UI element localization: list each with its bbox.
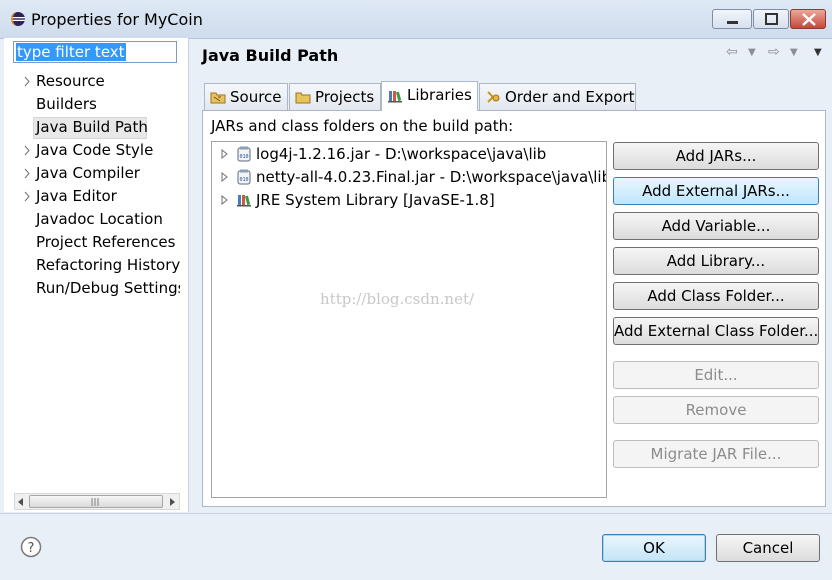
- title-bar: Properties for MyCoin: [0, 0, 832, 39]
- maximize-icon: [765, 13, 778, 25]
- view-menu-icon[interactable]: ▼: [814, 47, 822, 58]
- help-icon[interactable]: ?: [20, 536, 42, 558]
- add-library-button[interactable]: Add Library...: [613, 247, 819, 275]
- source-folder-icon: [210, 92, 226, 104]
- eclipse-icon: [11, 12, 25, 26]
- tree-row-label: JRE System Library [JavaSE-1.8]: [256, 191, 495, 209]
- nav-item-refactoring-history[interactable]: Refactoring History: [36, 255, 180, 276]
- library-icon: [237, 195, 251, 207]
- nav-item-label: Project References: [36, 233, 176, 251]
- nav-item-label: Java Compiler: [36, 164, 140, 182]
- tab-order-export-label: Order and Export: [505, 88, 635, 106]
- jar-icon: 010: [237, 169, 251, 185]
- back-menu-chevron-icon[interactable]: ▼: [748, 47, 756, 58]
- tree-row-label: log4j-1.2.16.jar - D:\workspace\java\lib: [256, 145, 547, 163]
- tab-source[interactable]: Source: [204, 83, 288, 110]
- expand-arrow-icon[interactable]: [221, 149, 229, 159]
- nav-item-label: Refactoring History: [36, 256, 180, 274]
- footer-divider: [0, 513, 832, 514]
- forward-arrow-icon[interactable]: ⇨: [768, 44, 780, 60]
- nav-item-java-editor[interactable]: Java Editor: [36, 186, 117, 207]
- nav-item-java-code-style[interactable]: Java Code Style: [36, 140, 153, 161]
- scroll-right-icon[interactable]: [168, 497, 176, 507]
- ok-button[interactable]: OK: [602, 534, 706, 562]
- projects-icon: [295, 92, 311, 104]
- close-button[interactable]: [790, 9, 826, 29]
- nav-item-label: Run/Debug Settings: [36, 279, 180, 297]
- forward-menu-chevron-icon[interactable]: ▼: [790, 47, 798, 58]
- tab-libraries-label: Libraries: [407, 86, 472, 104]
- page-title: Java Build Path: [202, 46, 339, 65]
- remove-button[interactable]: Remove: [613, 396, 819, 424]
- add-class-folder-button[interactable]: Add Class Folder...: [613, 282, 819, 310]
- tab-projects-label: Projects: [315, 88, 375, 106]
- nav-item-resource[interactable]: Resource: [36, 71, 105, 92]
- maximize-button[interactable]: [753, 9, 789, 29]
- nav-item-label: Resource: [36, 72, 105, 90]
- close-icon: [802, 13, 816, 26]
- cancel-button[interactable]: Cancel: [716, 534, 820, 562]
- filter-input[interactable]: type filter text: [13, 41, 177, 63]
- scrollbar-thumb[interactable]: [29, 495, 163, 508]
- nav-item-java-build-path[interactable]: Java Build Path: [36, 117, 148, 138]
- libraries-icon: [388, 91, 402, 103]
- build-path-label: JARs and class folders on the build path…: [211, 117, 514, 135]
- order-export-icon: [487, 91, 500, 103]
- jar-icon: 010: [237, 146, 251, 162]
- preference-tree-pane: type filter text Resource Builders Java Bu…: [4, 38, 189, 512]
- watermark: http://blog.csdn.net/: [320, 290, 475, 308]
- svg-text:010: 010: [239, 177, 248, 183]
- expand-arrow-icon[interactable]: [22, 140, 32, 161]
- minimize-button[interactable]: [712, 9, 752, 29]
- nav-item-java-compiler[interactable]: Java Compiler: [36, 163, 140, 184]
- tab-order-export[interactable]: Order and Export: [479, 83, 636, 110]
- scroll-left-icon[interactable]: [17, 497, 25, 507]
- filter-input-text: type filter text: [16, 43, 126, 61]
- add-variable-button[interactable]: Add Variable...: [613, 212, 819, 240]
- nav-item-label: Java Build Path: [36, 118, 148, 136]
- nav-item-javadoc-location[interactable]: Javadoc Location: [36, 209, 163, 230]
- tab-projects[interactable]: Projects: [289, 83, 381, 110]
- minimize-icon: [727, 21, 738, 24]
- svg-text:010: 010: [239, 154, 248, 160]
- expand-arrow-icon[interactable]: [22, 71, 32, 92]
- back-arrow-icon[interactable]: ⇦: [726, 44, 738, 60]
- nav-item-project-references[interactable]: Project References: [36, 232, 175, 253]
- tab-source-label: Source: [230, 88, 282, 106]
- build-path-tree[interactable]: 010 log4j-1.2.16.jar - D:\workspace\java…: [211, 141, 607, 498]
- expand-arrow-icon[interactable]: [221, 172, 229, 182]
- tree-row-label: netty-all-4.0.23.Final.jar - D:\workspac…: [256, 168, 607, 186]
- migrate-jar-button[interactable]: Migrate JAR File...: [613, 440, 819, 468]
- edit-button[interactable]: Edit...: [613, 361, 819, 389]
- nav-item-label: Java Code Style: [36, 141, 154, 159]
- preference-tree: type filter text Resource Builders Java Bu…: [4, 38, 180, 512]
- tab-libraries[interactable]: Libraries: [381, 81, 478, 111]
- svg-text:?: ?: [28, 541, 35, 556]
- expand-arrow-icon[interactable]: [22, 163, 32, 184]
- horizontal-scrollbar[interactable]: [14, 493, 180, 510]
- nav-item-label: Builders: [36, 95, 97, 113]
- nav-item-label: Javadoc Location: [36, 210, 163, 228]
- expand-arrow-icon[interactable]: [221, 195, 229, 205]
- grip-icon: [91, 498, 99, 506]
- nav-item-builders[interactable]: Builders: [36, 94, 97, 115]
- window-title: Properties for MyCoin: [31, 10, 203, 29]
- add-jars-button[interactable]: Add JARs...: [613, 142, 819, 170]
- nav-item-label: Java Editor: [36, 187, 117, 205]
- add-external-jars-button[interactable]: Add External JARs...: [613, 177, 819, 205]
- expand-arrow-icon[interactable]: [22, 186, 32, 207]
- add-external-class-folder-button[interactable]: Add External Class Folder...: [613, 317, 819, 345]
- nav-item-run-debug-settings[interactable]: Run/Debug Settings: [36, 278, 180, 299]
